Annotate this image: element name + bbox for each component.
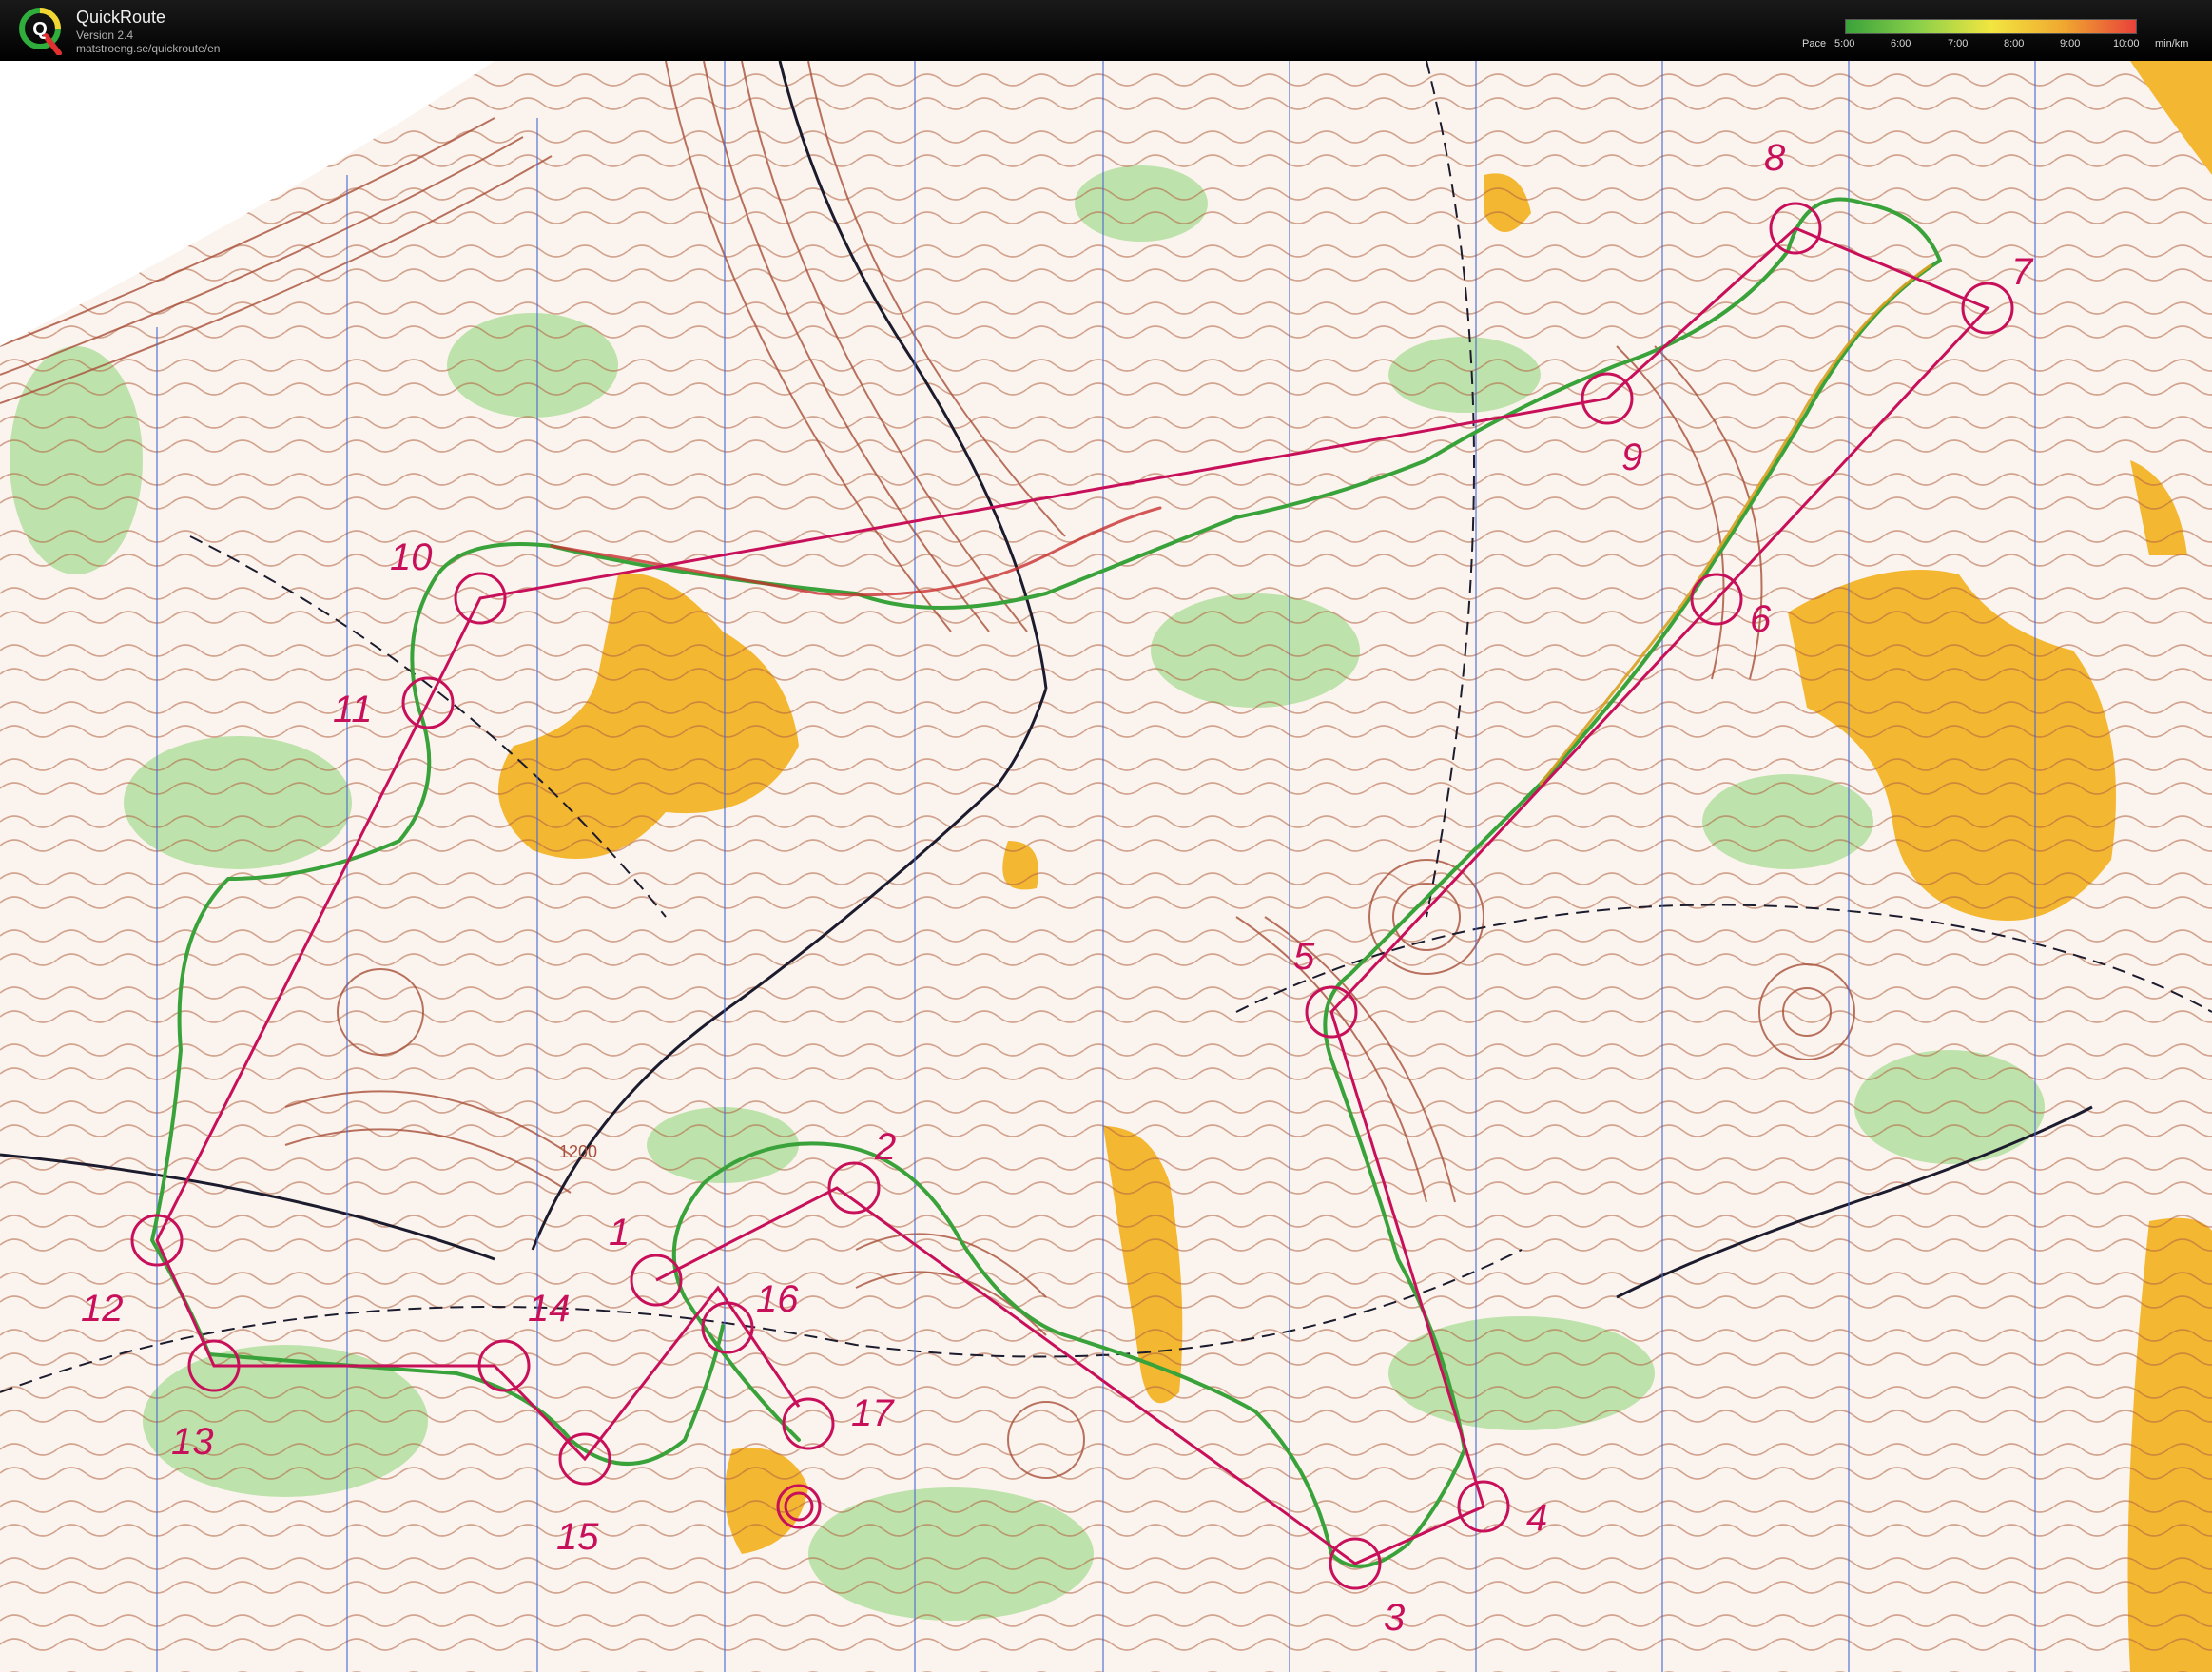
app-version: Version 2.4 (76, 29, 134, 42)
control-label-16: 16 (756, 1278, 799, 1320)
control-label-3: 3 (1384, 1597, 1405, 1639)
control-label-13: 13 (171, 1421, 214, 1463)
header-bar: Q QuickRoute Version 2.4 matstroeng.se/q… (0, 0, 2212, 61)
control-label-14: 14 (528, 1288, 571, 1330)
control-label-2: 2 (874, 1126, 896, 1168)
control-label-1: 1 (609, 1212, 630, 1254)
control-label-6: 6 (1750, 598, 1772, 640)
control-label-12: 12 (81, 1288, 124, 1330)
elevation-label: 1200 (559, 1142, 597, 1161)
control-label-7: 7 (2011, 251, 2034, 293)
pace-label: Pace (1802, 38, 1827, 49)
control-label-17: 17 (851, 1392, 895, 1434)
control-label-11: 11 (333, 689, 373, 730)
control-label-10: 10 (390, 536, 433, 578)
pace-tick-label: 5:00 (1834, 38, 1855, 49)
control-label-9: 9 (1621, 437, 1642, 478)
orienteering-map[interactable]: 1 2 3 4 5 6 7 8 9 10 11 12 13 14 15 16 1… (0, 61, 2212, 1672)
pace-tick-label: 8:00 (2004, 38, 2025, 49)
control-label-4: 4 (1526, 1497, 1547, 1539)
pace-tick-label: 9:00 (2060, 38, 2081, 49)
pace-unit: min/km (2155, 38, 2189, 49)
control-label-5: 5 (1293, 936, 1315, 978)
quickroute-window: Q QuickRoute Version 2.4 matstroeng.se/q… (0, 0, 2212, 1672)
pace-tick-label: 10:00 (2113, 38, 2140, 49)
pace-tick-label: 6:00 (1891, 38, 1911, 49)
control-label-15: 15 (556, 1516, 599, 1558)
pace-color-scale (1845, 19, 2137, 34)
pace-tick-label: 7:00 (1948, 38, 1969, 49)
app-url[interactable]: matstroeng.se/quickroute/en (76, 42, 220, 55)
app-title: QuickRoute (76, 8, 166, 27)
quickroute-logo: Q (17, 6, 63, 56)
logo-letter: Q (32, 19, 48, 40)
control-label-8: 8 (1764, 137, 1786, 179)
